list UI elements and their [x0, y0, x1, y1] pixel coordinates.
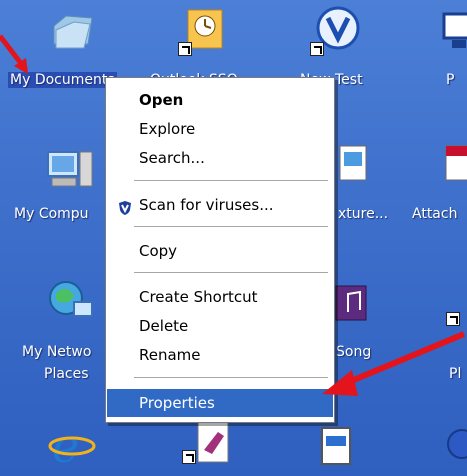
- menu-item-properties[interactable]: Properties: [107, 389, 333, 417]
- my-computer-label[interactable]: My Compu: [14, 206, 89, 222]
- menu-item-open[interactable]: Open: [107, 86, 333, 114]
- key-file-icon[interactable]: [196, 420, 244, 468]
- menu-item-copy[interactable]: Copy: [107, 237, 333, 265]
- menu-separator: [134, 226, 328, 227]
- calendar-file-icon[interactable]: [318, 424, 366, 472]
- shortcut-arrow-icon: [446, 312, 460, 326]
- computer-monitor-icon[interactable]: [440, 10, 467, 58]
- movie-file-icon[interactable]: [336, 142, 384, 190]
- desktop: My Documents Outlook SSO New Test P: [0, 0, 467, 476]
- svg-text:e: e: [52, 419, 79, 468]
- menu-item-rename[interactable]: Rename: [107, 341, 333, 369]
- my-network-places-icon[interactable]: [44, 276, 93, 324]
- antivirus-shield-icon: [117, 197, 133, 215]
- mixture-label[interactable]: xture...: [338, 206, 388, 222]
- music-file-icon[interactable]: [334, 282, 382, 330]
- menu-separator: [134, 377, 328, 378]
- blue-app-icon[interactable]: [444, 422, 467, 470]
- pdf-file-icon[interactable]: [444, 140, 467, 188]
- menu-item-search[interactable]: Search...: [107, 144, 333, 172]
- menu-item-scan-label: Scan for viruses...: [139, 196, 274, 214]
- context-menu: Open Explore Search... Scan for viruses.…: [105, 77, 335, 423]
- annotation-arrow-properties: [322, 331, 466, 396]
- menu-separator: [134, 180, 328, 181]
- menu-item-create-shortcut[interactable]: Create Shortcut: [107, 283, 333, 311]
- shortcut-arrow-icon: [182, 450, 196, 464]
- attach-label[interactable]: Attach: [412, 206, 457, 222]
- shortcut-arrow-icon: [178, 42, 192, 56]
- my-computer-icon[interactable]: [44, 146, 93, 194]
- menu-item-explore[interactable]: Explore: [107, 115, 333, 143]
- right-icon-1-label[interactable]: P: [446, 72, 454, 88]
- shortcut-arrow-icon: [310, 42, 324, 56]
- my-documents-icon[interactable]: [48, 8, 96, 56]
- menu-item-scan-for-viruses[interactable]: Scan for viruses...: [107, 191, 333, 219]
- annotation-arrow-top-left: [0, 34, 28, 74]
- places-label[interactable]: Places: [44, 366, 89, 382]
- internet-explorer-icon[interactable]: e: [46, 418, 96, 473]
- menu-separator: [134, 272, 328, 273]
- my-network-label[interactable]: My Netwo: [22, 344, 91, 360]
- menu-item-delete[interactable]: Delete: [107, 312, 333, 340]
